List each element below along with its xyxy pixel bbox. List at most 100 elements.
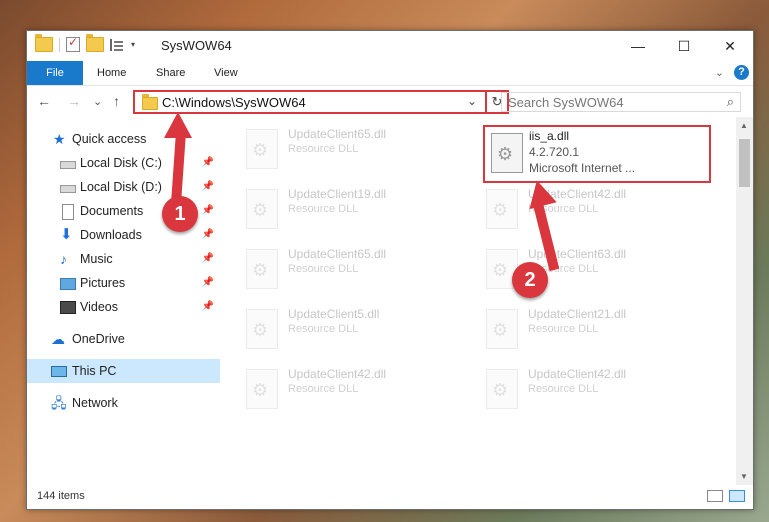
details-view-icon[interactable]	[707, 490, 723, 502]
sidebar-item-local-disk-d[interactable]: Local Disk (D:) 📌	[27, 175, 220, 199]
file-name: UpdateClient65.dll	[288, 247, 387, 261]
file-name: UpdateClient42.dll	[528, 367, 627, 381]
cloud-icon: ☁	[51, 331, 65, 347]
sidebar-item-local-disk-c[interactable]: Local Disk (C:) 📌	[27, 151, 220, 175]
address-bar[interactable]: C:\Windows\SysWOW64 ⌄	[133, 90, 487, 114]
pin-icon[interactable]: 📌	[202, 175, 214, 199]
step-badge-1: 1	[162, 196, 198, 232]
tab-file[interactable]: File	[27, 61, 83, 85]
sidebar-item-videos[interactable]: Videos 📌	[27, 295, 220, 319]
customize-toolbar-icon[interactable]	[110, 38, 125, 51]
window-title: SysWOW64	[161, 38, 232, 53]
pin-icon[interactable]: 📌	[202, 247, 214, 271]
file-name: UpdateClient5.dll	[288, 307, 380, 321]
documents-icon	[62, 204, 74, 220]
folder-icon	[142, 94, 158, 110]
computer-icon	[51, 366, 67, 377]
close-button[interactable]: ✕	[707, 31, 753, 61]
file-item-highlighted[interactable]: iis_a.dll 4.2.720.1 Microsoft Internet .…	[483, 125, 711, 183]
pin-icon[interactable]: 📌	[202, 199, 214, 223]
file-item[interactable]: UpdateClient65.dll Resource DLL	[240, 243, 460, 295]
dll-file-icon	[486, 189, 518, 229]
vertical-scrollbar[interactable]: ▲ ▼	[736, 117, 753, 485]
dll-file-icon	[486, 369, 518, 409]
sidebar-item-label: Local Disk (D:)	[80, 180, 162, 194]
download-icon: ⬇	[60, 226, 73, 243]
pin-icon[interactable]: 📌	[202, 271, 214, 295]
scroll-down-icon[interactable]: ▼	[740, 472, 748, 481]
navigation-pane: ★ Quick access Local Disk (C:) 📌 Local D…	[27, 123, 220, 485]
navigation-bar: ← → ⌄ ↑ C:\Windows\SysWOW64 ⌄ ↻ Search S…	[27, 87, 753, 117]
ribbon-controls: ⌄ ?	[715, 65, 749, 80]
pin-icon[interactable]: 📌	[202, 223, 214, 247]
scroll-thumb[interactable]	[739, 139, 750, 187]
sidebar-item-music[interactable]: ♪ Music 📌	[27, 247, 220, 271]
tab-share[interactable]: Share	[156, 61, 185, 85]
scroll-up-icon[interactable]: ▲	[740, 121, 748, 130]
sidebar-item-onedrive[interactable]: ☁ OneDrive	[27, 327, 220, 351]
minimize-button[interactable]: —	[615, 31, 661, 61]
file-item[interactable]: UpdateClient21.dll Resource DLL	[480, 303, 700, 355]
search-icon[interactable]: ⌕	[727, 94, 734, 110]
file-name: iis_a.dll	[529, 129, 570, 143]
dll-file-icon	[486, 309, 518, 349]
view-toggle	[707, 490, 745, 502]
file-item[interactable]: UpdateClient65.dll Resource DLL	[240, 123, 460, 175]
forward-arrow-icon[interactable]: →	[67, 93, 81, 109]
tab-home[interactable]: Home	[97, 61, 126, 85]
new-folder-icon[interactable]	[86, 34, 104, 52]
sidebar-item-label: Network	[72, 396, 118, 410]
sidebar-item-label: Pictures	[80, 276, 126, 290]
dll-file-icon	[246, 189, 278, 229]
file-item[interactable]: UpdateClient19.dll Resource DLL	[240, 183, 460, 235]
pictures-icon	[60, 278, 76, 290]
file-name: UpdateClient19.dll	[288, 187, 387, 201]
annotation-arrowhead-1	[164, 112, 192, 138]
file-item[interactable]: UpdateClient5.dll Resource DLL	[240, 303, 460, 355]
videos-icon	[60, 301, 76, 314]
dll-file-icon	[246, 309, 278, 349]
back-arrow-icon[interactable]: ←	[37, 93, 51, 109]
file-name: UpdateClient21.dll	[528, 307, 627, 321]
sidebar-item-this-pc[interactable]: This PC	[27, 359, 220, 383]
file-item[interactable]: UpdateClient42.dll Resource DLL	[480, 363, 700, 415]
file-description: Resource DLL	[288, 203, 359, 215]
sidebar-item-label: Quick access	[72, 132, 147, 146]
tab-view[interactable]: View	[214, 61, 238, 85]
sidebar-item-label: Videos	[80, 300, 118, 314]
properties-check-icon[interactable]	[66, 35, 80, 52]
sidebar-item-label: Music	[80, 252, 113, 266]
up-arrow-icon[interactable]: ↑	[113, 93, 120, 109]
file-list: UpdateClient65.dll Resource DLL iis_a.dl…	[220, 117, 737, 485]
sidebar-item-label: This PC	[72, 364, 117, 378]
help-icon[interactable]: ?	[734, 65, 749, 80]
file-name: UpdateClient63.dll	[528, 247, 627, 261]
file-description: Resource DLL	[288, 383, 359, 395]
dll-file-icon	[491, 133, 523, 173]
chevron-down-icon[interactable]: ⌄	[467, 94, 477, 108]
recent-locations-icon[interactable]: ⌄	[93, 95, 102, 108]
file-name: UpdateClient65.dll	[288, 127, 387, 141]
star-icon: ★	[53, 131, 66, 147]
sidebar-item-network[interactable]: 🖧 Network	[27, 391, 220, 415]
file-version: 4.2.720.1	[529, 145, 580, 159]
quick-access-toolbar: ▾	[35, 34, 135, 52]
disk-icon	[60, 161, 76, 169]
pin-icon[interactable]: 📌	[202, 151, 214, 175]
file-item[interactable]: UpdateClient42.dll Resource DLL	[480, 183, 700, 235]
tiles-view-icon[interactable]	[729, 490, 745, 502]
pin-icon[interactable]: 📌	[202, 295, 214, 319]
toolbar-dropdown-icon[interactable]: ▾	[131, 40, 135, 49]
maximize-button[interactable]: ☐	[661, 31, 707, 61]
sidebar-item-pictures[interactable]: Pictures 📌	[27, 271, 220, 295]
sidebar-item-label: Downloads	[80, 228, 142, 242]
item-count: 144 items	[37, 490, 85, 502]
caption-buttons: — ☐ ✕	[615, 31, 753, 61]
address-path[interactable]: C:\Windows\SysWOW64	[162, 95, 306, 110]
status-bar: 144 items	[27, 485, 753, 509]
search-input[interactable]: Search SysWOW64	[508, 95, 624, 110]
file-item[interactable]: UpdateClient42.dll Resource DLL	[240, 363, 460, 415]
file-description: Resource DLL	[288, 323, 359, 335]
chevron-down-icon[interactable]: ⌄	[715, 66, 724, 79]
search-box[interactable]: Search SysWOW64 ⌕	[501, 92, 741, 112]
